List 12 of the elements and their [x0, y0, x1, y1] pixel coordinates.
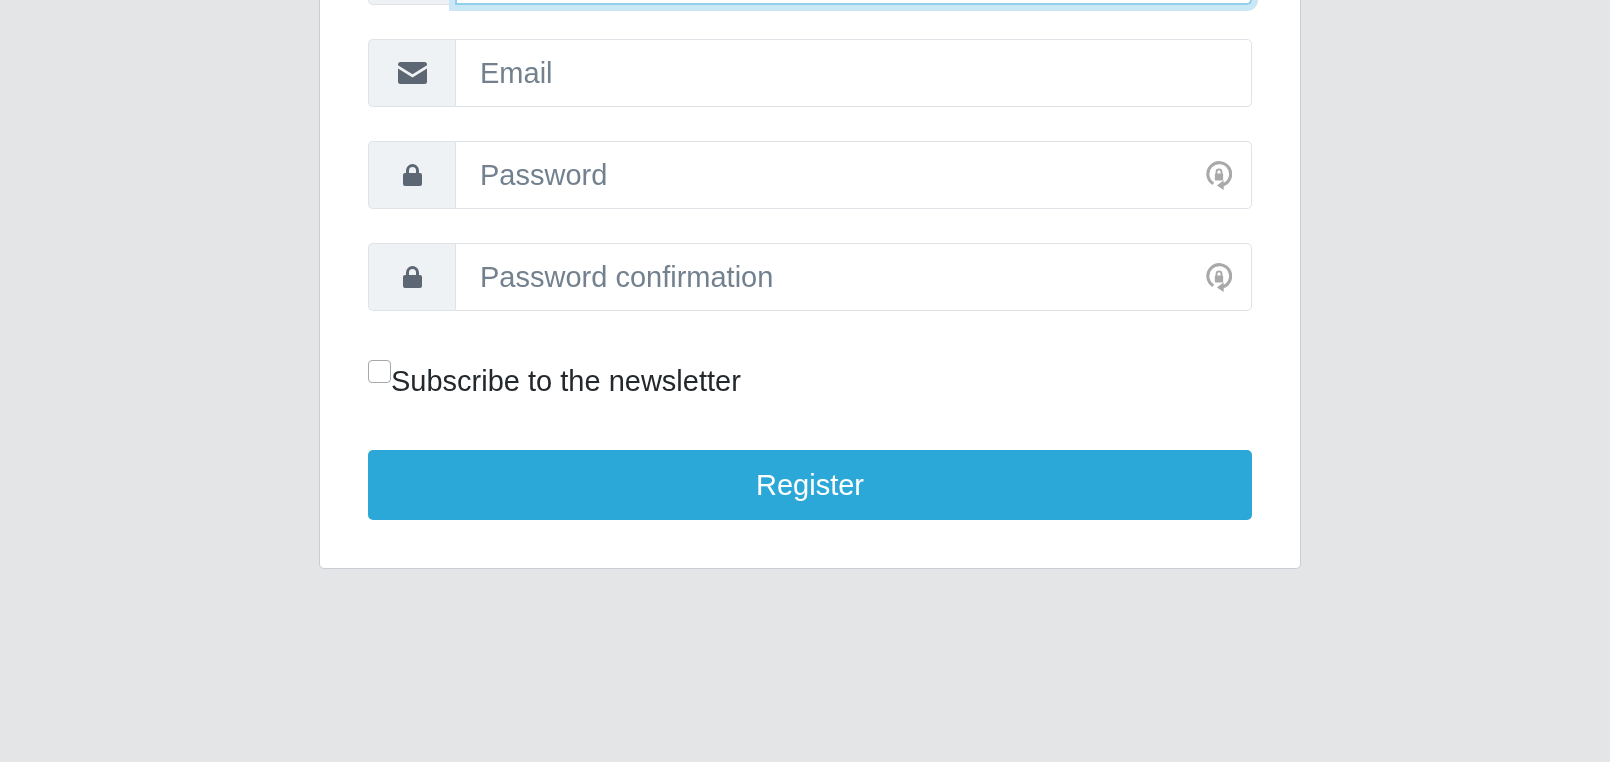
lock-icon — [402, 164, 422, 186]
checkbox[interactable] — [368, 360, 391, 383]
password-field[interactable]: Password confirmation — [455, 243, 1252, 311]
input-field[interactable] — [455, 0, 1252, 5]
email-field[interactable]: Email — [455, 39, 1252, 107]
lock-arrow-icon[interactable] — [1206, 161, 1232, 190]
register-button[interactable]: Register — [368, 450, 1252, 520]
lock-icon — [402, 266, 422, 288]
lock-arrow-icon[interactable] — [1206, 263, 1232, 292]
envelope-icon — [397, 62, 427, 84]
password-field[interactable]: Password — [455, 141, 1252, 209]
checkbox-label: Subscribe to the newsletter — [391, 365, 741, 398]
